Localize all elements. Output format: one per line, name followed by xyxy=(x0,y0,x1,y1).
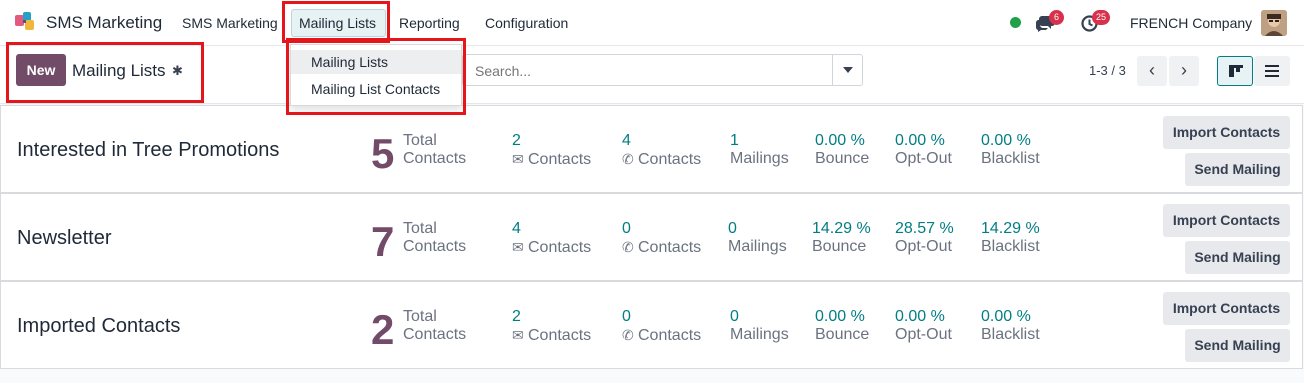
mailing-lists-dropdown: Mailing Lists Mailing List Contacts xyxy=(290,44,462,106)
phone-icon: ✆ xyxy=(622,239,634,255)
phone-icon: ✆ xyxy=(622,151,634,167)
search-options-toggle[interactable] xyxy=(832,55,862,85)
kanban-icon xyxy=(1229,65,1243,77)
envelope-icon: ✉ xyxy=(512,239,524,255)
sms-contacts-stat[interactable]: 0 ✆ Contacts xyxy=(622,308,701,345)
pager-next-button[interactable]: › xyxy=(1169,56,1199,86)
top-navbar: SMS Marketing SMS Marketing Mailing List… xyxy=(0,0,1304,46)
breadcrumb: Mailing Lists xyxy=(72,61,166,80)
messages-badge: 6 xyxy=(1049,10,1064,25)
dropdown-item-mailing-list-contacts[interactable]: Mailing List Contacts xyxy=(291,77,461,101)
list-view-button[interactable] xyxy=(1254,56,1290,86)
total-contacts-label: Total Contacts xyxy=(403,132,467,167)
send-mailing-button[interactable]: Send Mailing xyxy=(1185,329,1290,362)
menu-reporting[interactable]: Reporting xyxy=(399,15,460,31)
sms-contacts-stat[interactable]: 0 ✆ Contacts xyxy=(622,220,701,257)
bounce-stat: 0.00 % Bounce xyxy=(815,308,870,343)
gear-icon[interactable]: ✱ xyxy=(172,63,183,79)
dropdown-item-mailing-lists[interactable]: Mailing Lists xyxy=(291,50,461,74)
kanban-view-button[interactable] xyxy=(1217,56,1253,86)
activities-badge: 25 xyxy=(1092,10,1111,25)
blacklist-stat: 0.00 % Blacklist xyxy=(981,308,1040,343)
mailing-list-card[interactable]: Newsletter 7 Total Contacts 4 ✉ Contacts 0 ✆… xyxy=(0,193,1303,281)
presence-status-icon xyxy=(1010,17,1021,28)
total-contacts-label: Total Contacts xyxy=(403,220,467,255)
pager-value[interactable]: 1-3 / 3 xyxy=(1089,63,1126,78)
total-contacts-count: 7 xyxy=(371,218,395,265)
sms-contacts-stat[interactable]: 4 ✆ Contacts xyxy=(622,132,701,169)
email-contacts-stat[interactable]: 2 ✉ Contacts xyxy=(512,308,591,345)
menu-configuration[interactable]: Configuration xyxy=(485,15,568,31)
bounce-stat: 14.29 % Bounce xyxy=(812,220,871,255)
total-contacts-count: 2 xyxy=(371,306,395,353)
total-contacts-label: Total Contacts xyxy=(403,308,467,343)
menu-mailing-lists-label: Mailing Lists xyxy=(299,15,377,31)
optout-stat: 0.00 % Opt-Out xyxy=(895,308,952,343)
import-contacts-button[interactable]: Import Contacts xyxy=(1163,292,1290,325)
blacklist-stat: 0.00 % Blacklist xyxy=(981,132,1040,167)
company-switcher[interactable]: FRENCH Company xyxy=(1130,15,1252,31)
card-title[interactable]: Newsletter xyxy=(17,227,111,250)
total-contacts-count: 5 xyxy=(371,130,395,177)
pager-previous-button[interactable]: ‹ xyxy=(1137,56,1167,86)
envelope-icon: ✉ xyxy=(512,151,524,167)
envelope-icon: ✉ xyxy=(512,327,524,343)
sms-marketing-app-icon[interactable] xyxy=(15,12,37,32)
search-bar[interactable] xyxy=(462,54,863,86)
import-contacts-button[interactable]: Import Contacts xyxy=(1163,116,1290,149)
send-mailing-button[interactable]: Send Mailing xyxy=(1185,241,1290,274)
new-button[interactable]: New xyxy=(16,54,66,86)
blacklist-stat: 14.29 % Blacklist xyxy=(981,220,1040,255)
mailing-list-card[interactable]: Interested in Tree Promotions 5 Total Con… xyxy=(0,105,1303,193)
user-avatar[interactable] xyxy=(1261,10,1287,36)
card-title[interactable]: Interested in Tree Promotions xyxy=(17,139,279,162)
menu-mailing-lists[interactable]: Mailing Lists xyxy=(291,9,386,37)
mailings-stat[interactable]: 0 Mailings xyxy=(730,308,789,344)
bounce-stat: 0.00 % Bounce xyxy=(815,132,870,167)
email-contacts-stat[interactable]: 4 ✉ Contacts xyxy=(512,220,591,257)
send-mailing-button[interactable]: Send Mailing xyxy=(1185,153,1290,186)
email-contacts-stat[interactable]: 2 ✉ Contacts xyxy=(512,132,591,169)
optout-stat: 0.00 % Opt-Out xyxy=(895,132,952,167)
mailings-stat[interactable]: 0 Mailings xyxy=(728,220,787,256)
app-title[interactable]: SMS Marketing xyxy=(46,13,162,33)
list-icon xyxy=(1265,65,1279,77)
card-title[interactable]: Imported Contacts xyxy=(17,315,180,338)
optout-stat: 28.57 % Opt-Out xyxy=(895,220,954,255)
mailing-list-card[interactable]: Imported Contacts 2 Total Contacts 2 ✉ Cont… xyxy=(0,281,1303,369)
control-panel: New Mailing Lists ✱ 1-3 / 3 ‹ › xyxy=(0,46,1304,104)
phone-icon: ✆ xyxy=(622,327,634,343)
import-contacts-button[interactable]: Import Contacts xyxy=(1163,204,1290,237)
menu-sms-marketing[interactable]: SMS Marketing xyxy=(182,15,278,31)
search-input[interactable] xyxy=(475,61,825,81)
mailings-stat[interactable]: 1 Mailings xyxy=(730,132,789,168)
